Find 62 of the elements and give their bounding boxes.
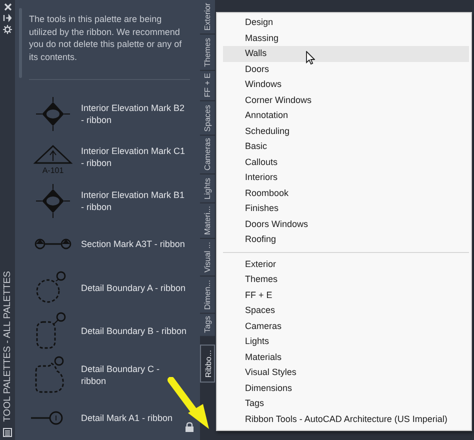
menu-item[interactable]: Doors <box>223 62 469 77</box>
menu-item[interactable]: Themes <box>223 272 469 288</box>
menu-item[interactable]: Windows <box>223 77 469 92</box>
menu-item[interactable]: Interiors <box>223 170 469 186</box>
elevation-diamond-icon <box>36 183 70 218</box>
notice-text: The tools in this palette are being utilized by the ribbon. We recommend you do not delete this palette or any of its contents. <box>29 13 190 80</box>
menu-item[interactable]: Walls <box>223 46 469 62</box>
menu-item[interactable]: Visual Styles <box>223 365 469 380</box>
mouse-pointer-icon <box>306 51 315 65</box>
menu-item[interactable]: Cameras <box>223 318 469 334</box>
elevation-diamond-icon <box>36 96 70 132</box>
palette-title: TOOL PALETTES - ALL PALETTES <box>2 271 13 422</box>
menu-item[interactable]: Dimensions <box>223 380 469 396</box>
boundary-cloud-icon <box>35 356 64 392</box>
palette-tab[interactable]: Exterior <box>200 0 215 35</box>
menu-item[interactable]: Basic <box>223 139 469 154</box>
menu-item[interactable]: Scheduling <box>223 124 469 139</box>
settings-icon[interactable] <box>3 25 12 34</box>
menu-item[interactable]: FF + E <box>223 288 469 303</box>
palette-tab[interactable]: Spaces <box>200 102 215 136</box>
boundary-circle-icon <box>36 271 66 302</box>
detail-mark-icon <box>31 412 63 425</box>
palette-tab[interactable]: Visual ... <box>200 239 215 277</box>
menu-item[interactable]: Tags <box>223 396 469 412</box>
menu-item[interactable]: Finishes <box>223 201 469 216</box>
palette-tab[interactable]: Ribbo... <box>200 345 215 383</box>
menu-item[interactable]: Materials <box>223 350 469 365</box>
palette-tab[interactable]: Dimen... <box>200 276 215 314</box>
menu-item[interactable]: Lights <box>223 334 469 350</box>
tool-label[interactable]: Interior Elevation Mark C1 - ribbon <box>81 145 187 170</box>
menu-item[interactable]: Massing <box>223 30 469 46</box>
palette-tab[interactable]: Tags <box>200 313 215 338</box>
tool-label[interactable]: Section Mark A3T - ribbon <box>81 238 185 250</box>
menu-item[interactable]: Corner Windows <box>223 92 469 108</box>
palette-tab[interactable]: Materi... <box>200 203 215 240</box>
tool-label[interactable]: Interior Elevation Mark B1 - ribbon <box>81 188 187 213</box>
icon-caption: A-101 <box>42 166 64 176</box>
close-icon[interactable] <box>4 3 12 11</box>
section-mark-icon <box>34 239 72 250</box>
tool-label[interactable]: Detail Boundary C - ribbon <box>81 362 187 387</box>
menu-item[interactable]: Spaces <box>223 303 469 318</box>
menu-item[interactable]: Design <box>223 15 469 30</box>
palette-tab[interactable]: Lights <box>200 174 215 204</box>
palette-tab[interactable]: Themes <box>200 34 215 70</box>
menu-item[interactable]: Doors Windows <box>223 216 469 232</box>
tool-label[interactable]: Detail Mark A1 - ribbon <box>81 412 173 424</box>
pin-icon[interactable] <box>3 14 12 22</box>
palette-tab[interactable]: FF + E <box>200 70 215 102</box>
boundary-rounded-icon <box>36 312 66 349</box>
menu-item[interactable]: Roofing <box>223 232 469 248</box>
properties-icon[interactable] <box>3 428 12 437</box>
menu-item[interactable]: Roombook <box>223 186 469 201</box>
tool-label[interactable]: Detail Boundary B - ribbon <box>81 325 187 338</box>
lock-icon[interactable] <box>185 422 194 432</box>
tool-label[interactable]: Detail Boundary A - ribbon <box>81 282 186 294</box>
elevation-triangle-icon <box>33 145 73 164</box>
tool-label[interactable]: Interior Elevation Mark B2 - ribbon <box>81 102 187 126</box>
menu-item[interactable]: Annotation <box>223 108 469 124</box>
menu-item[interactable]: Callouts <box>223 154 469 170</box>
palette-tab[interactable]: Cameras <box>200 135 215 175</box>
menu-item[interactable]: Ribbon Tools - AutoCAD Architecture (US Imperial) <box>223 412 469 427</box>
menu-item[interactable]: Exterior <box>223 256 469 272</box>
